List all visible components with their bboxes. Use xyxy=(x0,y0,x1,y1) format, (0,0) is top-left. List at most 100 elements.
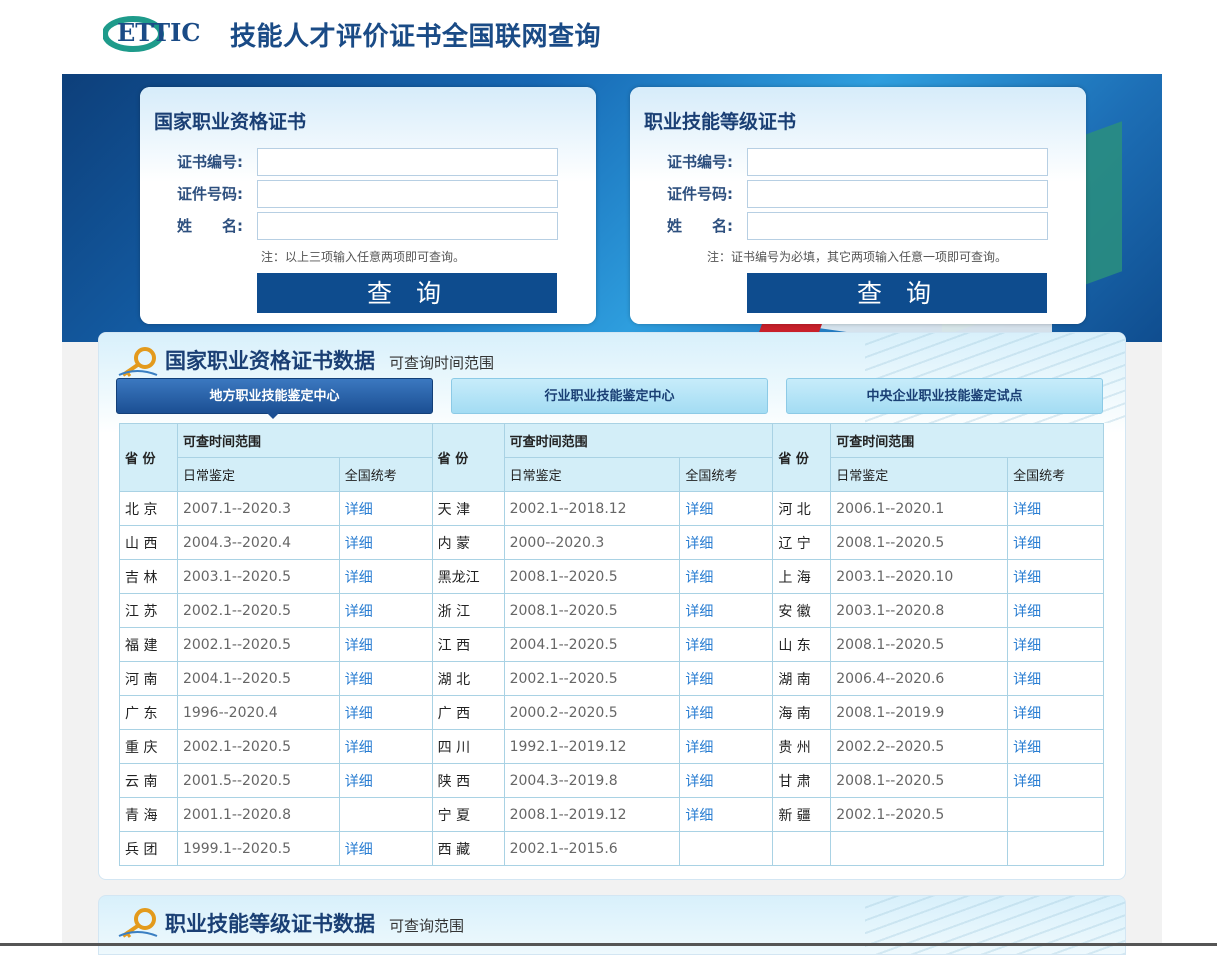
tab-industry-center[interactable]: 行业职业技能鉴定中心 xyxy=(451,378,768,414)
name-row: 姓 名: xyxy=(667,212,1067,240)
detail-link[interactable]: 详细 xyxy=(679,559,774,594)
province-cell: 重 庆 xyxy=(119,729,178,764)
daily-range-cell: 2004.1--2020.5 xyxy=(503,627,681,662)
id-number-input[interactable] xyxy=(257,180,558,208)
cert-number-input[interactable] xyxy=(747,148,1048,176)
table-row: 福 建 2002.1--2020.5 详细江 西 2004.1--2020.5 详细山 … xyxy=(119,627,1104,662)
logo-text: ETTIC xyxy=(117,18,200,47)
daily-range-cell: 2003.1--2020.8 xyxy=(830,593,1009,628)
detail-link[interactable]: 详细 xyxy=(338,763,433,798)
detail-link[interactable]: 详细 xyxy=(679,593,774,628)
daily-range-cell: 2000.2--2020.5 xyxy=(503,695,681,730)
daily-range-cell: 2000--2020.3 xyxy=(503,525,681,560)
id-number-label: 证件号码: xyxy=(667,185,733,203)
province-cell: 西 藏 xyxy=(431,831,505,866)
range-header: 可查时间范围 xyxy=(176,423,433,458)
detail-link[interactable]: 详细 xyxy=(1007,491,1104,526)
detail-link[interactable]: 详细 xyxy=(1007,627,1104,662)
province-cell: 河 南 xyxy=(119,661,178,696)
name-input[interactable] xyxy=(257,212,558,240)
daily-header: 日常鉴定 xyxy=(176,457,340,492)
province-cell: 内 蒙 xyxy=(431,525,505,560)
detail-link[interactable]: 详细 xyxy=(338,593,433,628)
table-row: 兵 团 1999.1--2020.5 详细西 藏 2002.1--2015.6 xyxy=(119,831,1104,866)
detail-link[interactable]: 详细 xyxy=(679,695,774,730)
daily-range-cell: 1999.1--2020.5 xyxy=(176,831,340,866)
province-cell: 安 徽 xyxy=(772,593,832,628)
daily-range-cell: 2001.1--2020.8 xyxy=(176,797,340,832)
cert-number-input[interactable] xyxy=(257,148,558,176)
detail-link[interactable]: 详细 xyxy=(679,525,774,560)
name-label: 姓 名: xyxy=(667,217,733,235)
detail-link[interactable]: 详细 xyxy=(679,627,774,662)
detail-link[interactable]: 详细 xyxy=(338,831,433,866)
site-title: 技能人才评价证书全国联网查询 xyxy=(230,22,602,52)
detail-link[interactable]: 详细 xyxy=(338,661,433,696)
daily-range-cell: 2003.1--2020.10 xyxy=(830,559,1009,594)
province-cell xyxy=(772,831,832,866)
province-cell: 江 苏 xyxy=(119,593,178,628)
detail-link[interactable]: 详细 xyxy=(338,729,433,764)
detail-link[interactable]: 详细 xyxy=(338,695,433,730)
id-number-row: 证件号码: xyxy=(667,180,1067,208)
detail-link[interactable]: 详细 xyxy=(1007,525,1104,560)
province-cell: 河 北 xyxy=(772,491,832,526)
panel-title: 职业技能等级证书数据 xyxy=(165,911,375,936)
id-number-input[interactable] xyxy=(747,180,1048,208)
detail-link[interactable]: 详细 xyxy=(1007,593,1104,628)
tab-bar: 地方职业技能鉴定中心 行业职业技能鉴定中心 中央企业职业技能鉴定试点 xyxy=(116,378,1106,419)
card-note: 注：以上三项输入任意两项即可查询。 xyxy=(261,250,466,264)
cert-number-row: 证书编号: xyxy=(667,148,1067,176)
province-header: 省 份 xyxy=(119,423,178,492)
detail-link[interactable]: 详细 xyxy=(679,797,774,832)
query-button[interactable]: 查询 xyxy=(257,273,557,313)
id-number-label: 证件号码: xyxy=(177,185,243,203)
tab-local-center[interactable]: 地方职业技能鉴定中心 xyxy=(116,378,433,414)
detail-link[interactable]: 详细 xyxy=(679,729,774,764)
table-body: 北 京 2007.1--2020.3 详细天 津 2002.1--2018.12 详细河… xyxy=(119,491,1104,866)
daily-range-cell: 2002.1--2020.5 xyxy=(176,593,340,628)
daily-range-cell: 2004.3--2020.4 xyxy=(176,525,340,560)
daily-range-cell: 2006.1--2020.1 xyxy=(830,491,1009,526)
daily-range-cell: 2008.1--2020.5 xyxy=(830,763,1009,798)
name-input[interactable] xyxy=(747,212,1048,240)
daily-range-cell: 2002.1--2020.5 xyxy=(176,627,340,662)
id-number-row: 证件号码: xyxy=(177,180,577,208)
national-exam-header: 全国统考 xyxy=(338,457,433,492)
detail-link[interactable]: 详细 xyxy=(679,491,774,526)
key-icon xyxy=(118,347,158,377)
detail-link[interactable]: 详细 xyxy=(1007,559,1104,594)
range-header: 可查时间范围 xyxy=(503,423,774,458)
province-cell: 海 南 xyxy=(772,695,832,730)
detail-link[interactable]: 详细 xyxy=(1007,661,1104,696)
daily-range-cell: 1992.1--2019.12 xyxy=(503,729,681,764)
detail-link[interactable]: 详细 xyxy=(1007,763,1104,798)
daily-range-cell: 1996--2020.4 xyxy=(176,695,340,730)
daily-range-cell: 2008.1--2020.5 xyxy=(830,525,1009,560)
national-exam-header: 全国统考 xyxy=(1007,457,1104,492)
daily-range-cell: 2002.1--2020.5 xyxy=(503,661,681,696)
panel-title: 国家职业资格证书数据 xyxy=(165,348,375,373)
national-cert-data-panel: 国家职业资格证书数据 可查询时间范围 地方职业技能鉴定中心 行业职业技能鉴定中心… xyxy=(98,332,1126,880)
detail-link[interactable]: 详细 xyxy=(1007,729,1104,764)
site-header: ETTIC 技能人才评价证书全国联网查询 xyxy=(0,0,1217,74)
province-cell: 陕 西 xyxy=(431,763,505,798)
cert-number-row: 证书编号: xyxy=(177,148,577,176)
query-button[interactable]: 查询 xyxy=(747,273,1047,313)
province-cell: 湖 北 xyxy=(431,661,505,696)
daily-header: 日常鉴定 xyxy=(503,457,681,492)
tab-central-enterprise[interactable]: 中央企业职业技能鉴定试点 xyxy=(786,378,1103,414)
daily-range-cell: 2008.1--2019.9 xyxy=(830,695,1009,730)
detail-link[interactable]: 详细 xyxy=(679,763,774,798)
query-card-national: 国家职业资格证书 证书编号: 证件号码: 姓 名: 注：以上三项输入任意两项即可… xyxy=(140,87,596,324)
daily-range-cell: 2004.3--2019.8 xyxy=(503,763,681,798)
detail-link[interactable]: 详细 xyxy=(679,661,774,696)
detail-link[interactable]: 详细 xyxy=(1007,695,1104,730)
detail-link[interactable]: 详细 xyxy=(338,559,433,594)
card-title: 职业技能等级证书 xyxy=(644,111,797,133)
province-cell: 北 京 xyxy=(119,491,178,526)
ettic-logo[interactable]: ETTIC xyxy=(103,14,217,52)
detail-link[interactable]: 详细 xyxy=(338,627,433,662)
detail-link[interactable]: 详细 xyxy=(338,491,433,526)
detail-link[interactable]: 详细 xyxy=(338,525,433,560)
